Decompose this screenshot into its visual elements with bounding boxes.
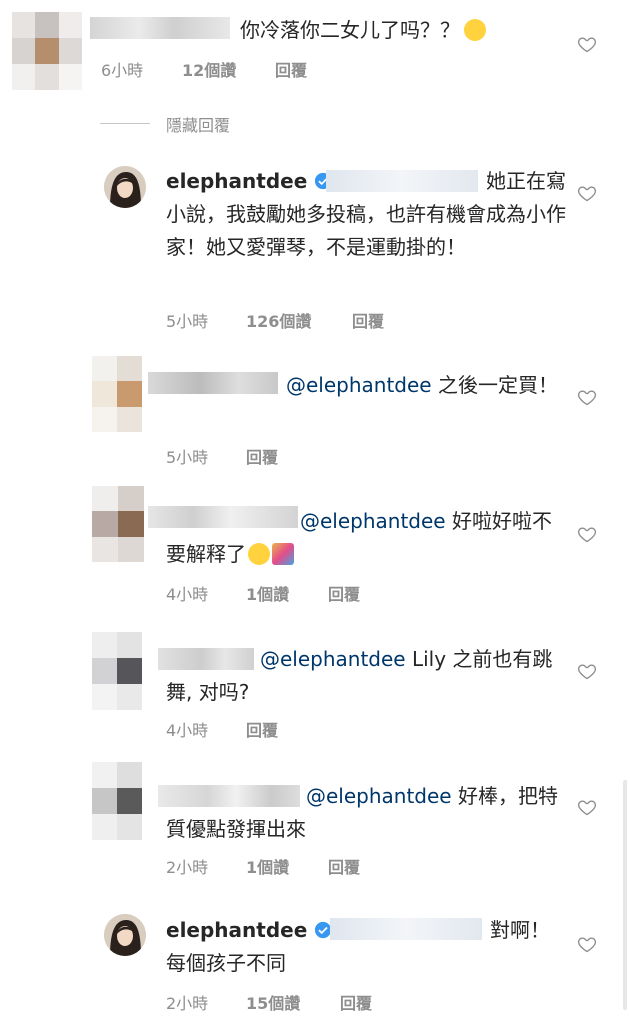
comment-meta: 4小時 回覆 bbox=[0, 717, 630, 741]
comment-meta: 2小時 15個讚 回覆 bbox=[0, 990, 630, 1014]
timestamp: 2小時 bbox=[166, 858, 209, 877]
comment-meta: 5小時 126個讚 回覆 bbox=[0, 308, 630, 332]
heart-outline-icon[interactable] bbox=[577, 934, 597, 954]
like-count[interactable]: 12個讚 bbox=[182, 57, 236, 81]
profile-photo-icon bbox=[104, 914, 146, 956]
timestamp: 2小時 bbox=[166, 994, 209, 1013]
heart-outline-icon[interactable] bbox=[577, 34, 597, 54]
heart-outline-icon[interactable] bbox=[577, 524, 597, 544]
like-count[interactable]: 1個讚 bbox=[246, 854, 289, 878]
timestamp: 6小時 bbox=[101, 61, 144, 80]
reply-button[interactable]: 回覆 bbox=[328, 854, 360, 878]
profile-photo-icon bbox=[104, 166, 146, 208]
like-count[interactable]: 15個讚 bbox=[246, 990, 300, 1014]
comment-text: @elephantdee Lily 之前也有跳舞, 对吗? bbox=[166, 647, 553, 704]
heart-outline-icon[interactable] bbox=[577, 661, 597, 681]
avatar-elephantdee[interactable] bbox=[104, 166, 146, 208]
avatar-elephantdee[interactable] bbox=[104, 914, 146, 956]
reply-button[interactable]: 回覆 bbox=[340, 990, 372, 1014]
hidden-replies-divider bbox=[100, 123, 150, 124]
avatar-blurred[interactable] bbox=[92, 632, 142, 710]
grinning-sweat-emoji-icon bbox=[248, 543, 270, 565]
timestamp: 5小時 bbox=[166, 312, 209, 331]
comment-text: @elephantdee 好啦好啦不要解释了 bbox=[166, 509, 552, 566]
reply-button[interactable]: 回覆 bbox=[275, 57, 307, 81]
reply-button[interactable]: 回覆 bbox=[352, 308, 384, 332]
reply-button[interactable]: 回覆 bbox=[246, 444, 278, 468]
like-count[interactable]: 126個讚 bbox=[246, 308, 311, 332]
comment-body: 對啊！每個孩子不同 bbox=[166, 918, 550, 975]
mention-link[interactable]: @elephantdee bbox=[286, 373, 432, 397]
comment-text: @elephantdee 好棒，把特質優點發揮出來 bbox=[166, 784, 558, 841]
mention-link[interactable]: @elephantdee bbox=[260, 647, 406, 671]
reply-button[interactable]: 回覆 bbox=[328, 581, 360, 605]
avatar-blurred[interactable] bbox=[92, 486, 144, 562]
grinning-sweat-emoji-icon bbox=[464, 19, 486, 41]
heart-outline-icon[interactable] bbox=[577, 183, 597, 203]
timestamp: 5小時 bbox=[166, 448, 209, 467]
heart-outline-icon[interactable] bbox=[577, 387, 597, 407]
hide-replies-button[interactable]: 隱藏回覆 bbox=[166, 112, 230, 136]
timestamp: 4小時 bbox=[166, 721, 209, 740]
username-blurred[interactable] bbox=[90, 17, 230, 39]
mention-link[interactable]: @elephantdee bbox=[306, 784, 452, 808]
comment-meta: 2小時 1個讚 回覆 bbox=[0, 854, 630, 878]
avatar-blurred[interactable] bbox=[92, 356, 142, 432]
comment-text: 你冷落你二女儿了吗？？ bbox=[240, 14, 486, 47]
reply-button[interactable]: 回覆 bbox=[246, 717, 278, 741]
party-popper-emoji-icon bbox=[272, 543, 294, 565]
mention-link[interactable]: @elephantdee bbox=[300, 509, 446, 533]
scrollbar[interactable] bbox=[623, 780, 627, 1010]
comment-body: 她正在寫小說，我鼓勵她多投稿，也許有機會成為小作家！她又愛彈琴，不是運動掛的！ bbox=[166, 169, 566, 259]
timestamp: 4小時 bbox=[166, 585, 209, 604]
comment-meta: 5小時 回覆 bbox=[0, 444, 630, 468]
like-count[interactable]: 1個讚 bbox=[246, 581, 289, 605]
avatar-blurred[interactable] bbox=[92, 762, 142, 840]
comment-meta: 4小時 1個讚 回覆 bbox=[0, 581, 630, 605]
comment-text: @elephantdee 之後一定買！ bbox=[286, 373, 558, 397]
heart-outline-icon[interactable] bbox=[577, 797, 597, 817]
comment-meta: 6小時 12個讚 回覆 bbox=[0, 57, 630, 81]
